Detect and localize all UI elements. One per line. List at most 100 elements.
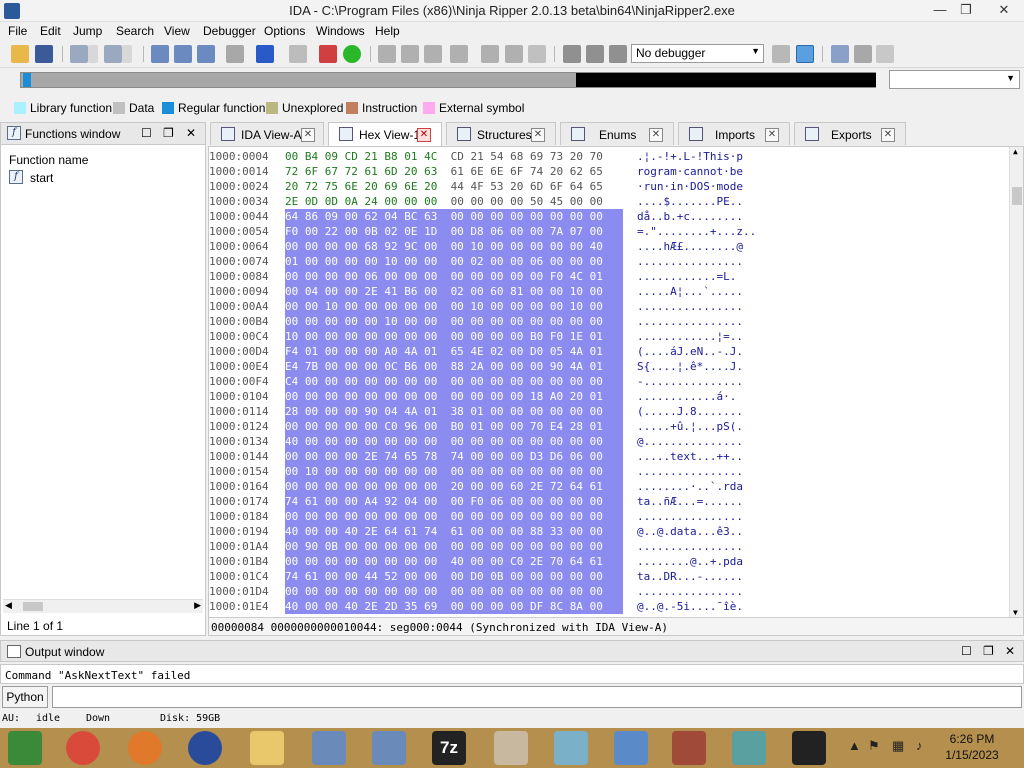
make-code-icon[interactable]	[378, 45, 396, 63]
hex-bytes[interactable]: 40 00 00 40 2E 64 61 74 61 00 00 00 88 3…	[285, 524, 623, 539]
7zip-icon[interactable]: 7z	[432, 731, 466, 765]
restore-panel-icon[interactable]: ❐	[983, 644, 994, 658]
command-input[interactable]	[52, 686, 1022, 708]
search-binary-icon[interactable]	[174, 45, 192, 63]
hex-ascii[interactable]: ta..DR...-......	[637, 570, 743, 583]
start-app-icon[interactable]	[8, 731, 42, 765]
hex-bytes[interactable]: 00 90 0B 00 00 00 00 00 00 00 00 00 00 0…	[285, 539, 623, 554]
menu-windows[interactable]: Windows	[316, 24, 365, 38]
campaign-logo-icon[interactable]	[188, 731, 222, 765]
open-folder-icon[interactable]	[11, 45, 29, 63]
hex-bytes[interactable]: 40 00 00 00 00 00 00 00 00 00 00 00 00 0…	[285, 434, 623, 449]
float-window-icon[interactable]: ☐	[141, 126, 152, 140]
undefine-icon[interactable]	[481, 45, 499, 63]
hex-bytes[interactable]: 00 00 00 00 00 00 00 00 20 00 00 60 2E 7…	[285, 479, 623, 494]
scrollbar-thumb[interactable]	[23, 602, 43, 611]
taskbar-clock[interactable]: 6:26 PM 1/15/2023	[940, 731, 1004, 763]
hex-ascii[interactable]: =."........+...z..	[637, 225, 756, 238]
chrome-icon[interactable]	[66, 731, 100, 765]
firefox-icon[interactable]	[128, 731, 162, 765]
hex-bytes[interactable]: 00 00 00 00 00 10 00 00 00 00 00 00 00 0…	[285, 314, 623, 329]
flag-icon[interactable]: ⚑	[868, 738, 880, 754]
functions-horizontal-scrollbar[interactable]: ◀ ▶	[3, 599, 203, 613]
pause-icon[interactable]	[586, 45, 604, 63]
menu-help[interactable]: Help	[375, 24, 400, 38]
tab-imports[interactable]: Imports ✕	[678, 122, 790, 145]
hex-bytes[interactable]: 28 00 00 00 90 04 4A 01 38 01 00 00 00 0…	[285, 404, 623, 419]
hex-ascii[interactable]: ................	[637, 540, 743, 553]
tab-exports[interactable]: Exports ✕	[794, 122, 906, 145]
restore-button[interactable]: ❐	[952, 0, 980, 22]
make-data-icon[interactable]	[401, 45, 419, 63]
hex-ascii[interactable]: ................	[637, 510, 743, 523]
hex-bytes[interactable]: 00 00 00 00 00 00 00 00 40 00 00 C0 2E 7…	[285, 554, 623, 569]
scroll-left-arrow-icon[interactable]: ◀	[5, 600, 12, 611]
hex-ascii[interactable]: ................	[637, 300, 743, 313]
hex-ascii[interactable]: ................	[637, 315, 743, 328]
glass-app-icon[interactable]	[554, 731, 588, 765]
network-tray-icon[interactable]: ▦	[892, 738, 904, 754]
float-window-icon[interactable]: ☐	[961, 644, 972, 658]
hex-bytes[interactable]: 2E 0D 0D 0A 24 00 00 00 00 00 00 00 50 4…	[285, 194, 623, 209]
hex-bytes[interactable]: 00 00 00 00 00 C0 96 00 B0 01 00 00 70 E…	[285, 419, 623, 434]
tray-overflow-icon[interactable]: ▲	[848, 738, 861, 753]
hex-bytes[interactable]: E4 7B 00 00 00 0C B6 00 88 2A 00 00 00 9…	[285, 359, 623, 374]
hex-ascii[interactable]: .....text...++..	[637, 450, 743, 463]
list-icon[interactable]	[831, 45, 849, 63]
paint-icon[interactable]	[494, 731, 528, 765]
save-icon[interactable]	[35, 45, 53, 63]
hex-ascii[interactable]: .¦.-!+.L-!This·p	[637, 150, 743, 163]
hex-ascii[interactable]: S{....¦.ê*....J.	[637, 360, 743, 373]
close-panel-icon[interactable]: ✕	[186, 126, 196, 140]
hex-bytes[interactable]: C4 00 00 00 00 00 00 00 00 00 00 00 00 0…	[285, 374, 623, 389]
menu-view[interactable]: View	[164, 24, 190, 38]
menu-file[interactable]: File	[8, 24, 27, 38]
play-icon[interactable]	[563, 45, 581, 63]
stop-icon[interactable]	[609, 45, 627, 63]
back-arrow-icon[interactable]	[70, 45, 88, 63]
hex-bytes[interactable]: 00 00 00 00 68 92 9C 00 00 10 00 00 00 0…	[285, 239, 623, 254]
volume-icon[interactable]: ♪	[916, 738, 923, 753]
hex-ascii[interactable]: .....A¦...`.....	[637, 285, 743, 298]
hex-ascii[interactable]: (.....J.8.......	[637, 405, 743, 418]
disable-breakpoint-icon[interactable]	[876, 45, 894, 63]
hex-ascii[interactable]: ............=L.	[637, 270, 736, 283]
hex-ascii[interactable]: då..b.+c........	[637, 210, 743, 223]
menu-edit[interactable]: Edit	[40, 24, 61, 38]
hex-ascii[interactable]: -...............	[637, 375, 743, 388]
restore-panel-icon[interactable]: ❐	[163, 126, 174, 140]
warning-triangle-icon[interactable]	[319, 45, 337, 63]
hex-ascii[interactable]: ta..ñÆ...=......	[637, 495, 743, 508]
hex-vertical-scrollbar[interactable]: ▲ ▼	[1009, 147, 1023, 617]
hex-ascii[interactable]: .....+û.¦...pS(.	[637, 420, 743, 433]
python-language-button[interactable]: Python	[2, 686, 48, 708]
close-tab-icon[interactable]: ✕	[881, 128, 895, 142]
hex-bytes[interactable]: 00 00 00 00 00 00 00 00 00 00 00 00 18 A…	[285, 389, 623, 404]
sync-icon[interactable]	[796, 45, 814, 63]
jump-down-arrow-icon[interactable]	[256, 45, 274, 63]
file-explorer-icon[interactable]	[250, 731, 284, 765]
menu-options[interactable]: Options	[264, 24, 305, 38]
search-text-icon[interactable]	[151, 45, 169, 63]
hex-bytes[interactable]: 74 61 00 00 44 52 00 00 00 D0 0B 00 00 0…	[285, 569, 623, 584]
hex-ascii[interactable]: ....hÆ£........@	[637, 240, 743, 253]
hex-bytes[interactable]: 10 00 00 00 00 00 00 00 00 00 00 00 B0 F…	[285, 329, 623, 344]
hex-ascii[interactable]: ............¦=..	[637, 330, 743, 343]
close-tab-icon[interactable]: ✕	[301, 128, 315, 142]
hex-bytes[interactable]: 74 61 00 00 A4 92 04 00 00 F0 06 00 00 0…	[285, 494, 623, 509]
scroll-right-arrow-icon[interactable]: ▶	[194, 600, 201, 611]
close-tab-icon[interactable]: ✕	[765, 128, 779, 142]
hex-bytes[interactable]: 00 00 00 00 2E 74 65 78 74 00 00 00 D3 D…	[285, 449, 623, 464]
hex-ascii[interactable]: @...............	[637, 435, 743, 448]
back-dropdown-icon[interactable]	[88, 45, 98, 63]
green-circle-icon[interactable]	[343, 45, 361, 63]
hex-bytes[interactable]: F4 01 00 00 00 A0 4A 01 65 4E 02 00 D0 0…	[285, 344, 623, 359]
remote-desktop-icon[interactable]	[372, 731, 406, 765]
tab-enums[interactable]: Enums ✕	[560, 122, 674, 145]
menu-debugger[interactable]: Debugger	[203, 24, 256, 38]
make-string-icon[interactable]	[424, 45, 442, 63]
hex-ascii[interactable]: @..@.-5i....¯îè.	[637, 600, 743, 613]
hex-view[interactable]: 1000:0004 00 B4 09 CD 21 B8 01 4C CD 21 5…	[208, 146, 1024, 636]
hex-ascii[interactable]: ................	[637, 255, 743, 268]
hex-ascii[interactable]: ............á·.	[637, 390, 736, 403]
